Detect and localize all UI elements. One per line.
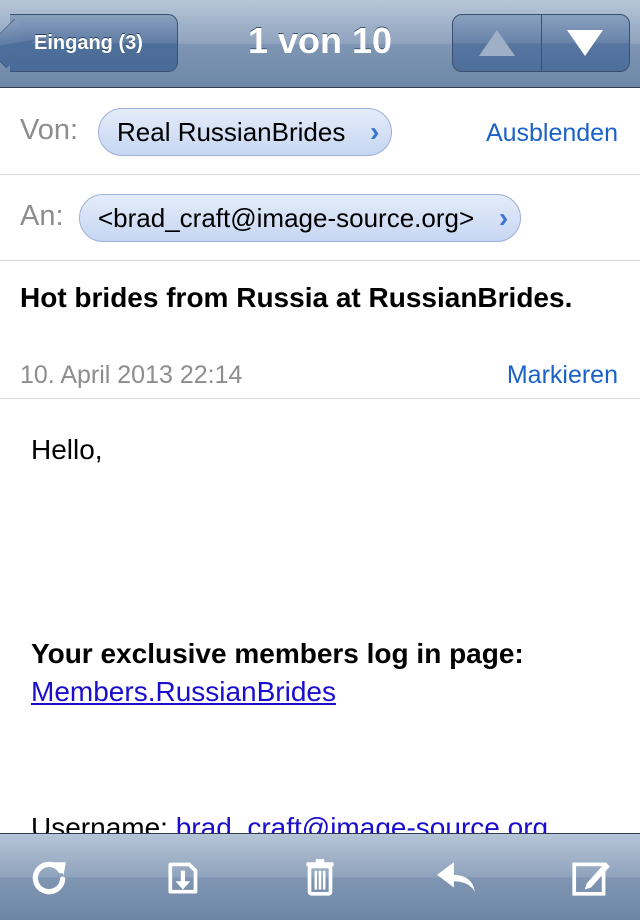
hide-details-link[interactable]: Ausblenden bbox=[486, 119, 618, 148]
message-position-title: 1 von 10 bbox=[247, 20, 393, 61]
arrow-up-icon bbox=[478, 30, 515, 56]
members-page-link[interactable]: Members.RussianBrides bbox=[31, 676, 336, 707]
reply-button[interactable] bbox=[431, 852, 481, 902]
recipient-chip[interactable]: <brad_craft@image-source.org> › bbox=[79, 194, 522, 242]
next-message-button[interactable] bbox=[540, 15, 630, 71]
message-body: Hello, Your exclusive members log in pag… bbox=[0, 400, 640, 833]
bottom-toolbar bbox=[0, 833, 640, 920]
chevron-right-icon: › bbox=[370, 116, 380, 147]
body-greeting: Hello, bbox=[31, 434, 103, 465]
members-heading: Your exclusive members log in page: bbox=[31, 638, 524, 669]
sender-chip[interactable]: Real RussianBrides › bbox=[98, 108, 393, 156]
sender-name: Real RussianBrides bbox=[117, 116, 346, 147]
username-label: Username: bbox=[31, 812, 168, 833]
back-to-inbox-button[interactable]: Eingang (3) bbox=[10, 14, 178, 72]
trash-icon bbox=[306, 859, 334, 896]
members-link-line: Members.RussianBrides bbox=[31, 676, 336, 708]
message-navigation-control bbox=[452, 14, 630, 72]
from-row: Von: Real RussianBrides › Ausblenden bbox=[0, 89, 640, 175]
move-to-folder-button[interactable] bbox=[160, 852, 210, 902]
back-button-label: Eingang (3) bbox=[34, 31, 143, 54]
from-label: Von: bbox=[20, 114, 79, 146]
refresh-button[interactable] bbox=[24, 852, 74, 902]
navigation-bar: Eingang (3) 1 von 10 bbox=[0, 0, 640, 88]
recipient-address: <brad_craft@image-source.org> bbox=[98, 202, 475, 233]
previous-message-button[interactable] bbox=[453, 15, 541, 71]
to-label: An: bbox=[20, 200, 64, 232]
flag-message-link[interactable]: Markieren bbox=[507, 361, 618, 390]
username-line: Username: brad_craft@image-source.org bbox=[31, 812, 548, 833]
compose-icon bbox=[572, 862, 610, 896]
username-link[interactable]: brad_craft@image-source.org bbox=[176, 812, 548, 833]
arrow-down-icon bbox=[567, 30, 604, 56]
refresh-icon bbox=[32, 861, 66, 895]
reply-icon bbox=[436, 862, 475, 892]
to-row: An: <brad_craft@image-source.org> › bbox=[0, 175, 640, 261]
move-to-folder-icon bbox=[167, 862, 197, 894]
delete-button[interactable] bbox=[295, 852, 345, 902]
message-date: 10. April 2013 22:14 bbox=[20, 361, 243, 389]
message-subject: Hot brides from Russia at RussianBrides. bbox=[20, 282, 573, 313]
compose-button[interactable] bbox=[566, 852, 616, 902]
chevron-right-icon: › bbox=[498, 202, 509, 233]
